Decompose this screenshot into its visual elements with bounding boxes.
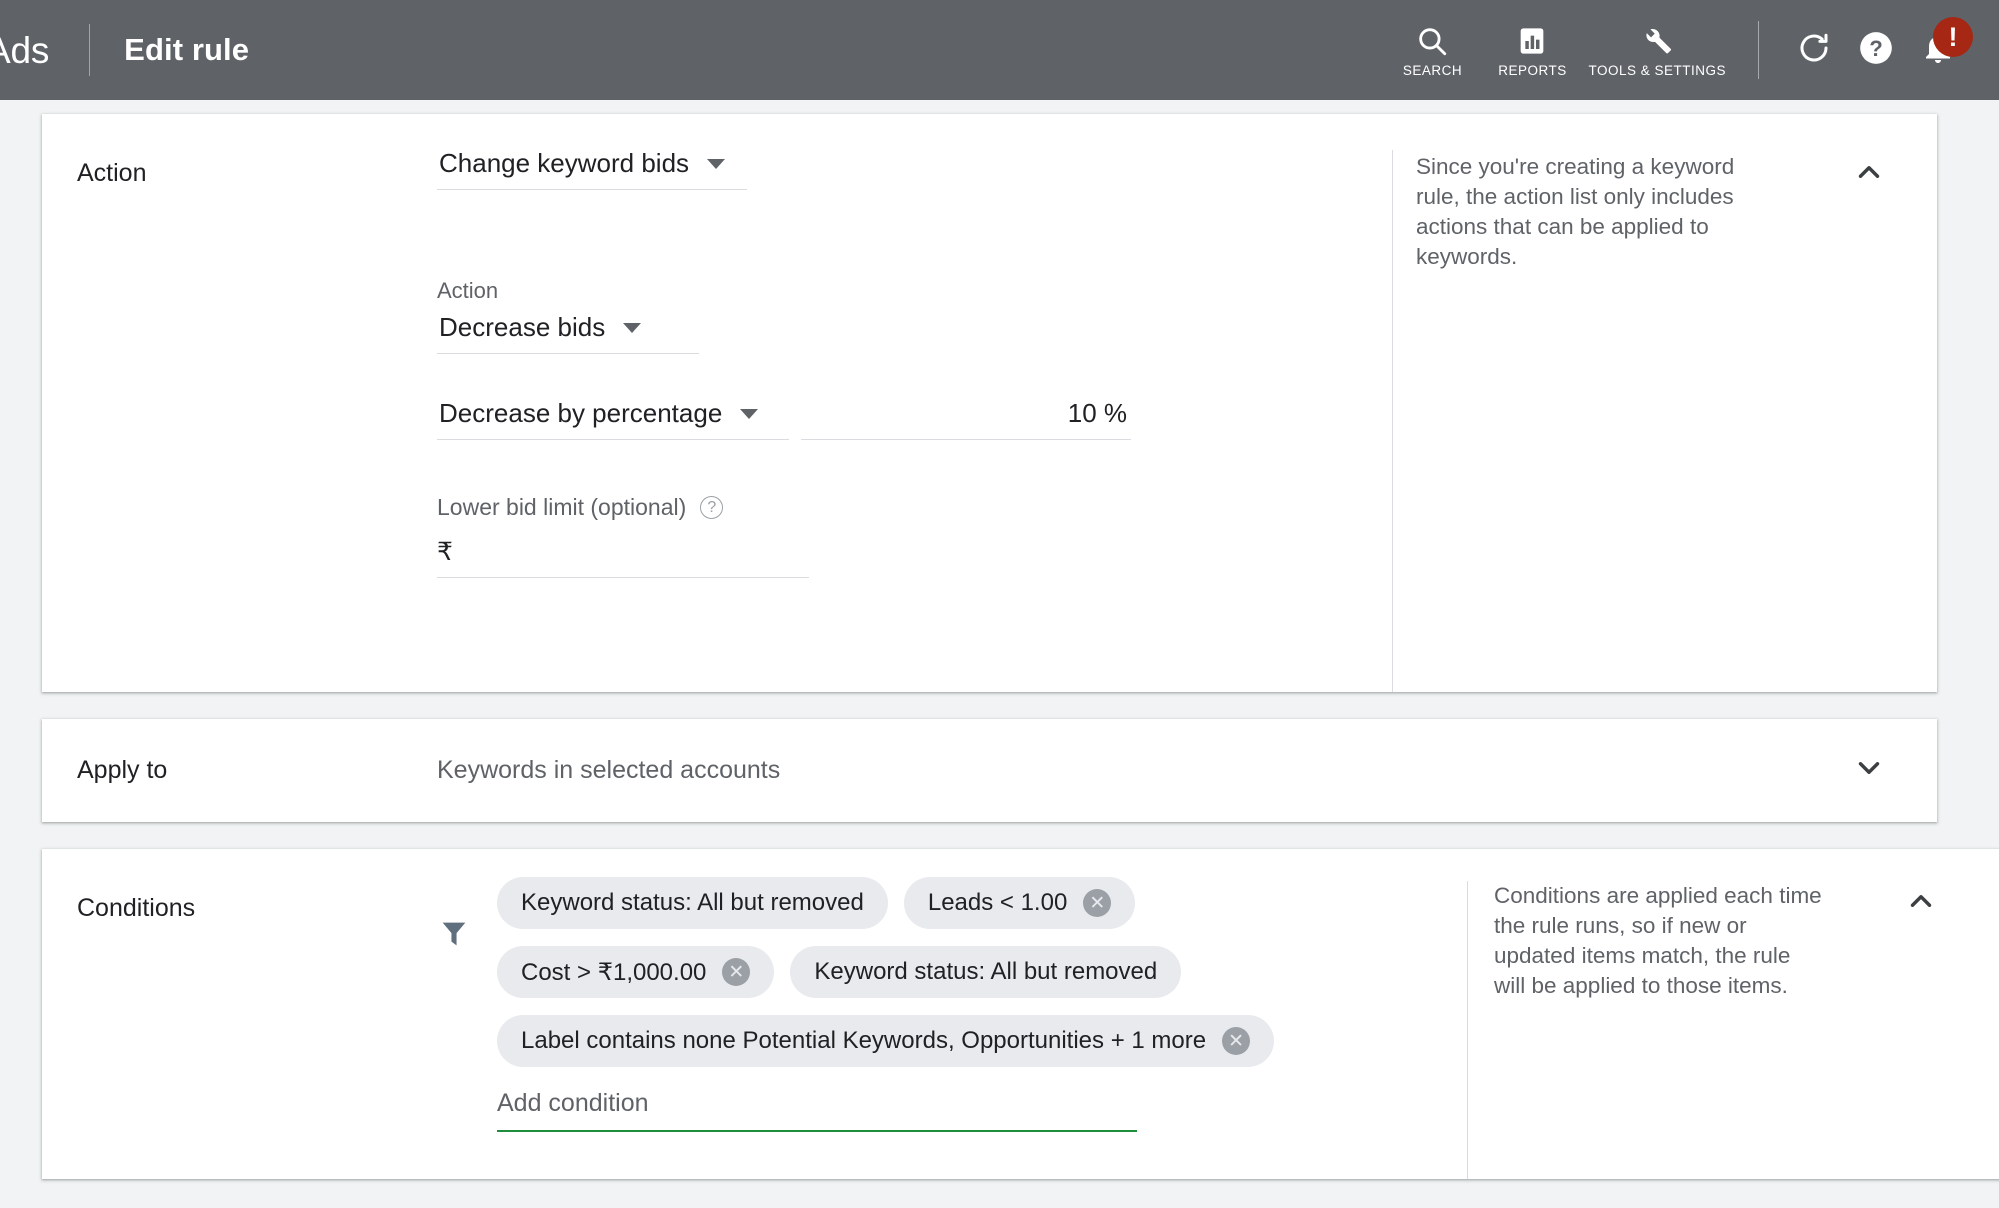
lower-bid-limit-input[interactable]: ₹	[437, 537, 809, 578]
page-title: Edit rule	[124, 32, 250, 67]
header-tools-settings-button[interactable]: TOOLS & SETTINGS	[1582, 24, 1732, 77]
page-content: Action Change keyword bids Action Decrea…	[0, 100, 1999, 1208]
header-divider	[89, 24, 91, 76]
condition-chip[interactable]: Keyword status: All but removed	[497, 877, 888, 929]
amount-value-input[interactable]: 10 %	[801, 398, 1131, 440]
ads-brand-logo[interactable]: Ads	[0, 32, 49, 69]
header-search-button[interactable]: SEARCH	[1382, 24, 1482, 77]
svg-text:?: ?	[1869, 36, 1883, 61]
apply-to-value: Keywords in selected accounts	[437, 756, 781, 784]
chip-row: Keyword status: All but removed Leads < …	[497, 877, 1457, 929]
condition-chip[interactable]: Leads < 1.00 ✕	[903, 877, 1136, 929]
remove-chip-icon[interactable]: ✕	[1222, 1027, 1251, 1055]
amount-mode-dropdown[interactable]: Decrease by percentage	[437, 398, 789, 440]
lower-bid-limit-label: Lower bid limit (optional)	[437, 494, 687, 520]
sub-action-block: Action Decrease bids	[437, 278, 1392, 354]
note-divider	[1467, 881, 1468, 1179]
condition-chip-label: Keyword status: All but removed	[814, 958, 1158, 985]
note-divider	[1392, 150, 1393, 692]
header-search-label: SEARCH	[1402, 62, 1463, 78]
condition-chip-label: Cost > ₹1,000.00	[521, 958, 707, 986]
header-reports-label: REPORTS	[1498, 62, 1567, 78]
sub-action-value: Decrease bids	[439, 312, 606, 342]
action-card: Action Change keyword bids Action Decrea…	[42, 114, 1937, 692]
chevron-down-icon	[623, 322, 642, 333]
action-type-dropdown[interactable]: Change keyword bids	[437, 148, 747, 190]
apply-to-card[interactable]: Apply to Keywords in selected accounts	[42, 719, 1937, 822]
condition-chips: Keyword status: All but removed Leads < …	[497, 877, 1467, 1179]
chevron-down-icon	[740, 408, 759, 419]
header-reports-button[interactable]: REPORTS	[1482, 24, 1582, 77]
condition-chip[interactable]: Cost > ₹1,000.00 ✕	[497, 946, 775, 998]
conditions-card-collapse-button[interactable]	[1901, 883, 1941, 923]
condition-chip[interactable]: Label contains none Potential Keywords, …	[497, 1015, 1275, 1067]
help-icon[interactable]: ?	[700, 496, 724, 519]
conditions-card-body: Keyword status: All but removed Leads < …	[437, 849, 1467, 1179]
action-type-value: Change keyword bids	[439, 148, 690, 178]
filter-funnel-icon[interactable]	[437, 877, 497, 1179]
conditions-card-note: Conditions are applied each time the rul…	[1467, 849, 1999, 1179]
chevron-down-icon	[707, 158, 726, 169]
tools-settings-icon	[1640, 24, 1674, 58]
sub-action-dropdown[interactable]: Decrease bids	[437, 312, 699, 354]
header-actions-divider	[1758, 21, 1759, 79]
sub-action-label: Action	[437, 278, 499, 303]
conditions-note-text: Conditions are applied each time the rul…	[1494, 883, 1822, 998]
notification-badge: !	[1933, 17, 1973, 57]
condition-chip-label: Label contains none Potential Keywords, …	[521, 1027, 1207, 1054]
lower-bid-limit-label-row: Lower bid limit (optional) ?	[437, 494, 1392, 521]
search-icon	[1415, 24, 1449, 58]
apply-to-card-label: Apply to	[77, 756, 168, 785]
action-note-text: Since you're creating a keyword rule, th…	[1416, 154, 1735, 269]
action-card-note: Since you're creating a keyword rule, th…	[1392, 114, 1937, 692]
help-button[interactable]: ?	[1845, 19, 1907, 81]
condition-chip[interactable]: Keyword status: All but removed	[790, 946, 1182, 998]
reports-icon	[1516, 24, 1548, 58]
lower-bid-limit-block: Lower bid limit (optional) ? ₹	[437, 494, 1392, 578]
remove-chip-icon[interactable]: ✕	[722, 958, 751, 986]
chevron-down-icon	[1852, 751, 1886, 790]
refresh-button[interactable]	[1783, 19, 1845, 81]
action-card-label: Action	[77, 159, 147, 187]
app-header-bar: Ads Edit rule SEARCH REPORTS	[0, 0, 1999, 100]
header-tools-settings-label: TOOLS & SETTINGS	[1588, 62, 1726, 78]
conditions-card: Conditions Keyword status: All but remov…	[42, 849, 1999, 1179]
help-icon: ?	[1857, 29, 1895, 72]
chevron-up-icon	[1852, 155, 1886, 189]
conditions-card-label: Conditions	[77, 894, 196, 922]
amount-row: Decrease by percentage 10 %	[437, 398, 1392, 440]
apply-to-expand-button[interactable]	[1849, 751, 1889, 791]
condition-chip-label: Keyword status: All but removed	[521, 889, 864, 916]
add-condition-input[interactable]: Add condition	[497, 1089, 1137, 1132]
remove-chip-icon[interactable]: ✕	[1083, 889, 1112, 917]
amount-mode-value: Decrease by percentage	[439, 398, 723, 428]
action-card-body: Change keyword bids Action Decrease bids…	[437, 114, 1392, 692]
chip-row: Label contains none Potential Keywords, …	[497, 1015, 1457, 1067]
notifications-button[interactable]: !	[1907, 17, 1973, 81]
header-actions: SEARCH REPORTS TOOLS & SETTINGS ? !	[1382, 0, 1999, 100]
action-card-collapse-button[interactable]	[1849, 152, 1889, 192]
chip-row: Cost > ₹1,000.00 ✕ Keyword status: All b…	[497, 946, 1457, 998]
refresh-icon	[1796, 30, 1832, 71]
condition-chip-label: Leads < 1.00	[927, 889, 1068, 916]
chevron-up-icon	[1904, 884, 1938, 923]
